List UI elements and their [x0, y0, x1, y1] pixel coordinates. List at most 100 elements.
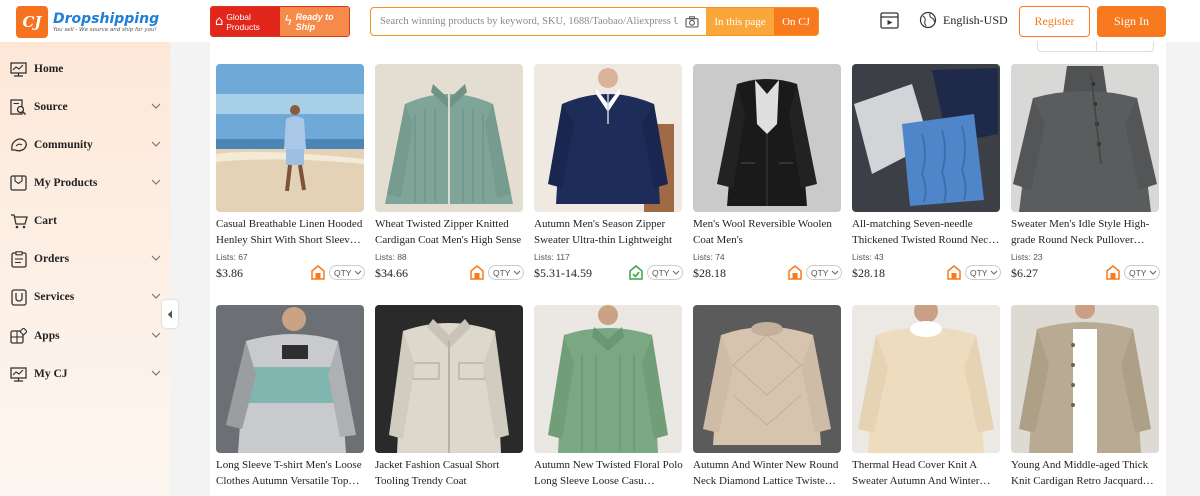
sidebar-item-home[interactable]: Home — [0, 52, 170, 86]
signin-button[interactable]: Sign In — [1097, 6, 1166, 37]
global-products-label: Global Products — [226, 11, 260, 32]
sidebar-item-source[interactable]: Source — [0, 90, 170, 124]
product-image[interactable] — [852, 305, 1000, 453]
product-price: $6.27 — [1011, 266, 1038, 280]
sidebar-item-apps[interactable]: Apps — [0, 319, 170, 353]
product-title[interactable]: Autumn And Winter New Round Neck Diamond… — [693, 457, 843, 489]
product-card[interactable]: Casual Breathable Linen Hooded Henley Sh… — [216, 64, 366, 282]
quantity-dropdown[interactable]: QTY — [965, 265, 1001, 280]
product-title[interactable]: Autumn Men's Season Zipper Sweater Ultra… — [534, 216, 684, 248]
chevron-down-icon — [832, 270, 839, 275]
search-on-cj-button[interactable]: On CJ — [774, 8, 818, 35]
sidebar-item-label: Services — [34, 291, 75, 303]
product-title[interactable]: Men's Wool Reversible Woolen Coat Men's — [693, 216, 843, 248]
language-selector[interactable]: English-USD — [919, 11, 1008, 29]
cj-logo[interactable]: CJ Dropshipping You sell - We source and… — [16, 6, 159, 38]
warehouse-badge-icon — [788, 265, 802, 285]
sidebar-item-cart[interactable]: Cart — [0, 204, 170, 238]
product-price: $28.18 — [852, 266, 885, 280]
product-card[interactable]: Autumn Men's Season Zipper Sweater Ultra… — [534, 64, 684, 282]
product-title[interactable]: Autumn New Twisted Floral Polo Long Slee… — [534, 457, 684, 489]
product-card[interactable]: Jacket Fashion Casual Short Tooling Tren… — [375, 305, 525, 489]
product-lists-count: Lists: 88 — [375, 252, 407, 262]
sidebar-item-my-products[interactable]: My Products — [0, 166, 170, 200]
sidebar-item-community[interactable]: Community — [0, 128, 170, 162]
register-button[interactable]: Register — [1019, 6, 1090, 37]
chart-screen-icon — [9, 60, 28, 79]
product-card[interactable]: Autumn And Winter New Round Neck Diamond… — [693, 305, 843, 489]
chevron-down-icon — [673, 270, 680, 275]
chevron-down-icon — [151, 332, 161, 338]
sidebar-item-label: My Products — [34, 177, 98, 189]
product-image[interactable] — [375, 64, 523, 212]
search-input[interactable] — [371, 8, 678, 35]
quantity-dropdown[interactable]: QTY — [1124, 265, 1160, 280]
product-title[interactable]: Jacket Fashion Casual Short Tooling Tren… — [375, 457, 525, 489]
lightning-icon: ϟ — [284, 14, 293, 29]
warehouse-badge-icon — [947, 265, 961, 285]
magnet-icon — [9, 288, 28, 307]
product-image[interactable] — [534, 64, 682, 212]
quantity-dropdown[interactable]: QTY — [806, 265, 842, 280]
product-price: $28.18 — [693, 266, 726, 280]
video-icon[interactable] — [880, 12, 899, 34]
quantity-dropdown[interactable]: QTY — [329, 265, 365, 280]
product-card[interactable]: Young And Middle-aged Thick Knit Cardiga… — [1011, 305, 1161, 489]
product-card[interactable]: Autumn New Twisted Floral Polo Long Slee… — [534, 305, 684, 489]
product-title[interactable]: Thermal Head Cover Knit A Sweater Autumn… — [852, 457, 1002, 489]
product-title[interactable]: Sweater Men's Idle Style High-grade Roun… — [1011, 216, 1161, 248]
product-image[interactable] — [1011, 64, 1159, 212]
product-card[interactable]: Men's Wool Reversible Woolen Coat Men's … — [693, 64, 843, 282]
view-toggle[interactable] — [1037, 41, 1154, 52]
quantity-dropdown[interactable]: QTY — [488, 265, 524, 280]
product-image[interactable] — [1011, 305, 1159, 453]
chart-screen-icon — [9, 365, 28, 384]
product-image[interactable] — [375, 305, 523, 453]
product-lists-count: Lists: 67 — [216, 252, 248, 262]
chevron-down-icon — [151, 103, 161, 109]
apps-icon — [9, 327, 28, 346]
warehouse-badge-icon — [1106, 265, 1120, 285]
chevron-down-icon — [355, 270, 362, 275]
product-card[interactable]: Wheat Twisted Zipper Knitted Cardigan Co… — [375, 64, 525, 282]
product-image[interactable] — [534, 305, 682, 453]
caret-left-icon — [167, 310, 172, 318]
product-card[interactable]: Thermal Head Cover Knit A Sweater Autumn… — [852, 305, 1002, 489]
sidebar-item-orders[interactable]: Orders — [0, 242, 170, 276]
sidebar-item-label: Home — [34, 63, 64, 75]
ready-to-ship-link[interactable]: ϟ Ready to Ship — [280, 7, 349, 36]
product-card[interactable]: Sweater Men's Idle Style High-grade Roun… — [1011, 64, 1161, 282]
product-grid: Casual Breathable Linen Hooded Henley Sh… — [210, 41, 1166, 496]
search-in-page-button[interactable]: In this page — [706, 8, 774, 35]
sidebar-item-my-cj[interactable]: My CJ — [0, 357, 170, 391]
chevron-down-icon — [514, 270, 521, 275]
product-title[interactable]: All-matching Seven-needle Thickened Twis… — [852, 216, 1002, 248]
quantity-dropdown[interactable]: QTY — [647, 265, 683, 280]
product-price: $5.31-14.59 — [534, 266, 592, 280]
cj-logo-mark: CJ — [16, 6, 48, 38]
product-image[interactable] — [693, 305, 841, 453]
product-title[interactable]: Long Sleeve T-shirt Men's Loose Clothes … — [216, 457, 366, 489]
product-title[interactable]: Casual Breathable Linen Hooded Henley Sh… — [216, 216, 366, 248]
product-title[interactable]: Wheat Twisted Zipper Knitted Cardigan Co… — [375, 216, 525, 248]
product-card[interactable]: Long Sleeve T-shirt Men's Loose Clothes … — [216, 305, 366, 489]
product-image[interactable] — [216, 64, 364, 212]
sidebar-item-services[interactable]: Services — [0, 280, 170, 314]
product-image[interactable] — [216, 305, 364, 453]
global-products-link[interactable]: ⌂ Global Products — [211, 7, 280, 36]
product-title[interactable]: Young And Middle-aged Thick Knit Cardiga… — [1011, 457, 1161, 489]
promo-banner[interactable]: ⌂ Global Products ϟ Ready to Ship — [210, 6, 350, 37]
chevron-down-icon — [151, 293, 161, 299]
product-image[interactable] — [852, 64, 1000, 212]
chat-bubble-icon — [9, 136, 28, 155]
chevron-down-icon — [151, 179, 161, 185]
sidebar-item-label: My CJ — [34, 368, 68, 380]
sidebar-collapse-button[interactable] — [162, 300, 178, 328]
language-label: English-USD — [943, 12, 1008, 27]
product-card[interactable]: All-matching Seven-needle Thickened Twis… — [852, 64, 1002, 282]
product-image[interactable] — [693, 64, 841, 212]
camera-icon[interactable] — [678, 8, 706, 35]
sidebar-item-label: Community — [34, 139, 93, 151]
sidebar-item-label: Source — [34, 101, 68, 113]
top-header: CJ Dropshipping You sell - We source and… — [0, 0, 1200, 42]
